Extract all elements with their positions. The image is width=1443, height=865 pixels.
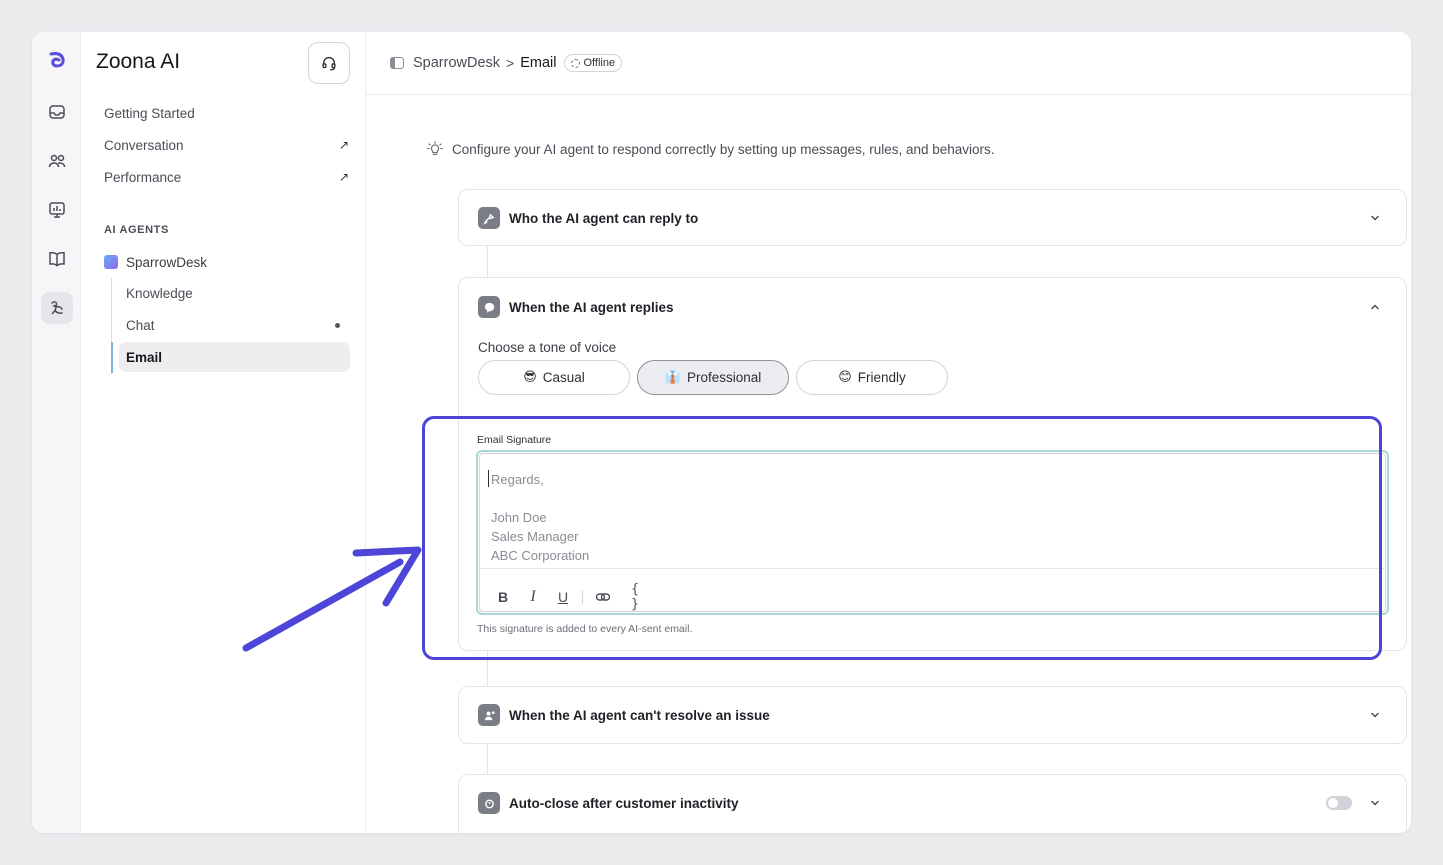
section-label-ai-agents: AI AGENTS (104, 224, 169, 236)
editor-divider (480, 568, 1385, 569)
headset-icon (322, 57, 336, 71)
variable-button[interactable]: { } (625, 582, 645, 612)
chat-bubble-icon (478, 296, 500, 318)
tone-friendly-button[interactable]: 😊 Friendly (796, 360, 948, 395)
tone-label-text: Friendly (857, 370, 906, 385)
breadcrumb-root[interactable]: SparrowDesk (413, 55, 500, 71)
sidebar-item-conversation[interactable]: Conversation ↗ (104, 132, 349, 158)
sidebar-item-label: Email (126, 349, 163, 365)
toggle-sidebar-icon[interactable] (390, 57, 404, 69)
logo-icon[interactable] (41, 44, 73, 76)
sidebar: Zoona AI Getting Started Conversation ↗ … (81, 32, 366, 833)
chevron-up-icon[interactable] (1368, 300, 1382, 314)
status-badge: Offline (564, 54, 623, 72)
user-escalation-icon (478, 704, 500, 726)
section-title: Who the AI agent can reply to (509, 210, 699, 226)
signature-help-text: This signature is added to every AI-sent… (477, 623, 693, 635)
section-connector (487, 246, 488, 277)
signature-editor[interactable]: Regards, John Doe Sales Manager ABC Corp… (476, 450, 1389, 615)
sidebar-item-label: Getting Started (104, 105, 195, 121)
tone-label-text: Casual (542, 370, 585, 385)
brand-title: Zoona AI (96, 50, 181, 73)
book-icon[interactable] (41, 243, 73, 275)
tone-casual-button[interactable]: 😎 Casual (478, 360, 630, 395)
reply-icon (478, 207, 500, 229)
sidebar-item-label: Performance (104, 169, 182, 185)
signature-editor-frame: Regards, John Doe Sales Manager ABC Corp… (479, 453, 1386, 612)
breadcrumb-separator: > (506, 55, 515, 71)
timer-icon (478, 792, 500, 814)
intro-message: Configure your AI agent to respond corre… (452, 141, 995, 157)
auto-close-toggle[interactable] (1326, 796, 1352, 810)
sidebar-item-label: Conversation (104, 137, 184, 153)
signature-label: Email Signature (477, 434, 552, 446)
section-title: When the AI agent replies (509, 299, 674, 315)
sidebar-item-sparrowdesk[interactable]: SparrowDesk (104, 249, 207, 275)
sidebar-item-performance[interactable]: Performance ↗ (104, 164, 349, 190)
signature-placeholder[interactable]: Regards, John Doe Sales Manager ABC Corp… (491, 470, 589, 565)
ai-agent-icon[interactable] (41, 292, 73, 324)
smile-emoji-icon: 😊 (838, 370, 852, 385)
section-auto-close[interactable]: Auto-close after customer inactivity (458, 774, 1407, 833)
page-header: SparrowDesk > Email Offline (366, 32, 1411, 95)
status-text: Offline (583, 57, 616, 69)
icon-rail (32, 32, 81, 833)
link-icon (595, 593, 611, 601)
support-button[interactable] (308, 42, 350, 84)
editor-toolbar: B I U { } (496, 582, 645, 612)
lightbulb-icon (427, 141, 443, 155)
section-connector (487, 744, 488, 774)
external-arrow-icon: ↗ (338, 170, 349, 184)
tone-label: Choose a tone of voice (478, 340, 617, 355)
sidebar-subitem-email[interactable]: Email (119, 342, 350, 372)
link-button[interactable] (595, 589, 611, 605)
sidebar-subitem-chat[interactable]: Chat (119, 310, 350, 340)
main-content: SparrowDesk > Email Offline Configure yo… (366, 32, 1411, 833)
breadcrumb-current: Email (520, 55, 557, 71)
sidebar-item-label: Knowledge (126, 285, 193, 301)
inbox-icon[interactable] (41, 96, 73, 128)
chevron-down-icon[interactable] (1368, 796, 1382, 810)
analytics-icon[interactable] (41, 194, 73, 226)
section-title: When the AI agent can't resolve an issue (509, 707, 770, 723)
sidebar-item-label: SparrowDesk (126, 254, 208, 270)
italic-button[interactable]: I (526, 588, 540, 606)
intro-text: Configure your AI agent to respond corre… (426, 140, 995, 158)
sidebar-subitem-knowledge[interactable]: Knowledge (119, 278, 350, 308)
section-cant-resolve[interactable]: When the AI agent can't resolve an issue (458, 686, 1407, 744)
sidebar-item-label: Chat (126, 317, 155, 333)
chevron-down-icon[interactable] (1368, 708, 1382, 722)
tree-line-active (111, 342, 113, 373)
chevron-down-icon[interactable] (1368, 211, 1382, 225)
sunglasses-emoji-icon: 😎 (523, 370, 537, 385)
section-title: Auto-close after customer inactivity (509, 795, 739, 811)
office-worker-emoji-icon: 👔 (664, 370, 681, 385)
unread-dot (335, 322, 340, 328)
underline-button[interactable]: U (556, 589, 570, 605)
tone-label-text: Professional (686, 370, 762, 385)
section-who-reply[interactable]: Who the AI agent can reply to (458, 189, 1407, 246)
sidebar-item-getting-started[interactable]: Getting Started (104, 100, 349, 126)
toolbar-divider (582, 590, 583, 604)
external-arrow-icon: ↗ (338, 138, 349, 152)
users-icon[interactable] (41, 145, 73, 177)
section-connector (487, 651, 488, 686)
status-circle-icon (571, 58, 581, 68)
app-window: Zoona AI Getting Started Conversation ↗ … (32, 32, 1411, 833)
bold-button[interactable]: B (496, 589, 510, 605)
text-caret (488, 470, 489, 487)
tone-professional-button[interactable]: 👔 Professional (637, 360, 789, 395)
sparrowdesk-logo-icon (104, 255, 118, 269)
